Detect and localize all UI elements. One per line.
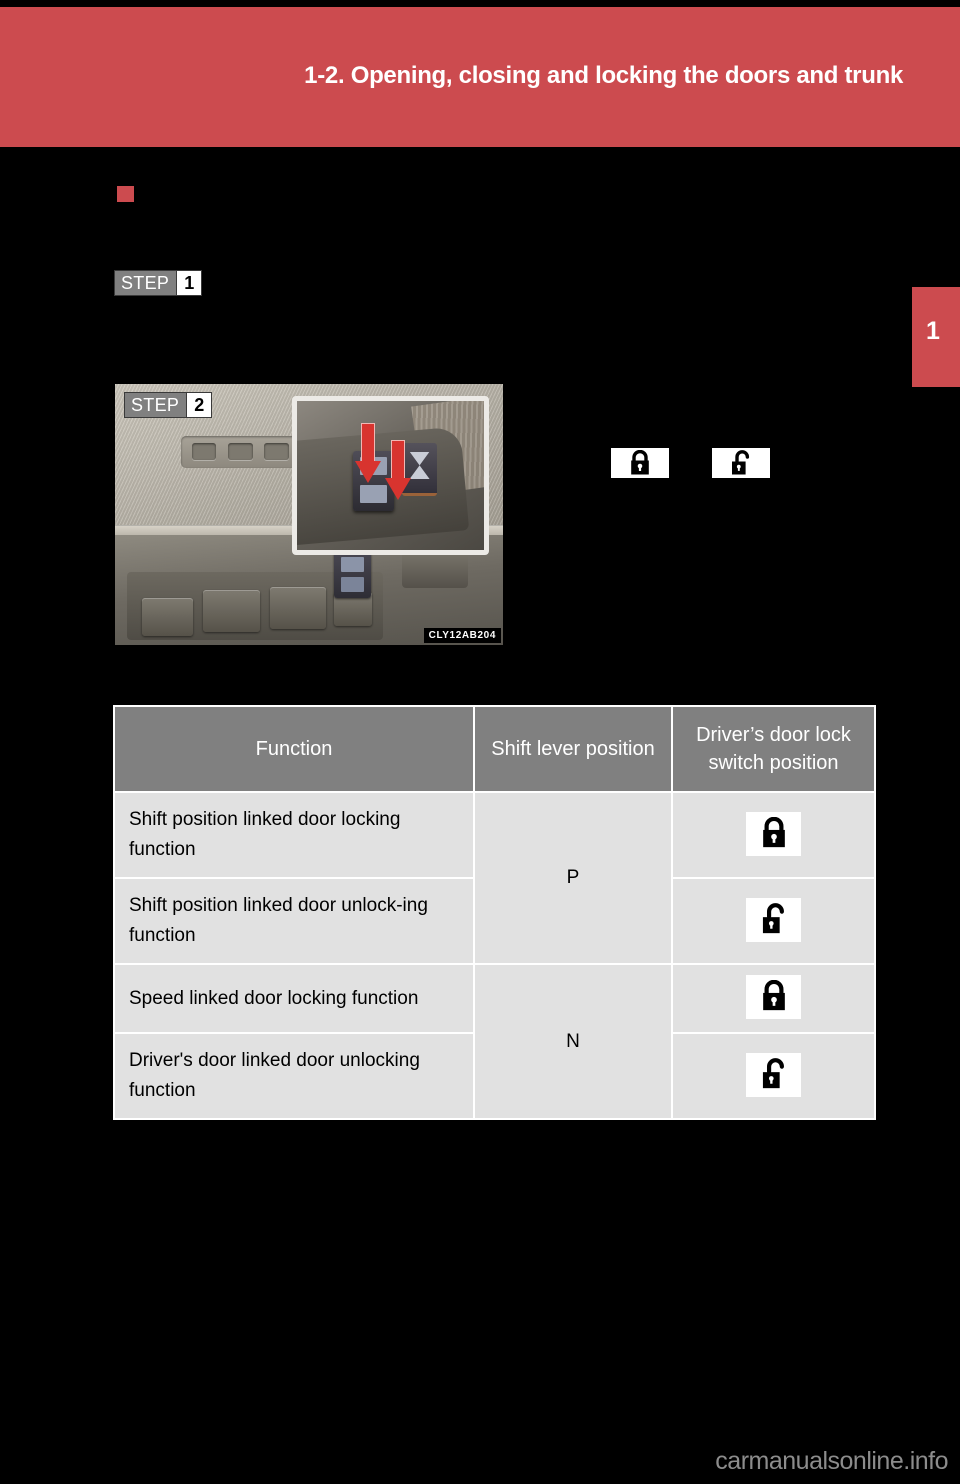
table-header-row: Function Shift lever position Driver’s d… [113,705,876,793]
mirror-glyph-icon [409,451,430,479]
red-arrow-unlock-icon [384,439,411,502]
speaker-slot [191,443,217,461]
cell-switch-position [671,791,876,879]
step-number: 1 [176,271,202,295]
section-bullet-marker [117,186,134,202]
window-switch [141,597,194,636]
cell-shift-position: N [473,963,673,1120]
step-label: STEP [121,273,170,293]
arrow-head [384,477,411,500]
table-row: Speed linked door locking function N [113,963,876,1120]
cell-switch-position [671,877,876,965]
step-label: STEP [131,395,180,415]
inline-lock-locked-chip [611,448,669,478]
cell-function: Shift position linked door locking funct… [113,791,475,879]
column-header-shift-lever-position: Shift lever position [473,705,673,793]
cell-switch-position [671,1032,876,1120]
lock-unlocked-icon [732,450,750,475]
arrow-shaft [390,439,405,480]
inset-detail-panel [291,395,490,555]
cell-function: Shift position linked door unlock-ing fu… [113,877,475,965]
page-title: 1-2. Opening, closing and locking the do… [304,62,903,89]
cell-function: Driver's door linked door unlocking func… [113,1032,475,1120]
lock-chip [746,897,801,942]
cell-function: Speed linked door locking function [113,963,475,1034]
lock-locked-icon [762,816,785,847]
step-badge-1: STEP 1 [114,270,203,296]
column-header-function: Function [113,705,475,793]
table-row: Shift position linked door locking funct… [113,791,876,965]
speaker-slot [228,443,253,461]
lock-unlocked-icon [762,902,784,933]
arrow-shaft [360,423,375,464]
door-lock-switch-unlock-side [340,576,364,593]
step-number: 2 [186,393,212,417]
inset-unlock-button [359,484,387,503]
red-arrow-lock-icon [354,423,381,485]
lock-chip [746,975,801,1019]
inline-lock-unlocked-chip [712,448,770,478]
function-shift-lock-table: Function Shift lever position Driver’s d… [113,705,876,1120]
speaker-slot [264,443,290,461]
door-lock-switch-lock-side [340,556,364,573]
window-switch [203,589,260,632]
chapter-tab: 1 [912,287,960,387]
site-watermark: carmanualsonline.info [715,1447,948,1475]
column-header-driver-door-lock-switch-position: Driver’s door lock switch position [671,705,876,793]
window-switch [270,586,327,629]
photo-caption: CLY12AB204 [423,628,501,643]
chapter-tab-number: 1 [926,317,940,345]
step-badge-2: STEP 2 [124,392,213,418]
lock-locked-icon [762,979,785,1011]
cell-shift-position: P [473,791,673,965]
lock-chip [746,1052,801,1097]
arrow-head [354,461,381,484]
lock-chip [746,811,801,856]
page-header-banner: 1-2. Opening, closing and locking the do… [0,7,960,147]
door-lock-switch [334,551,372,598]
cell-switch-position [671,963,876,1034]
door-panel-photo: STEP 2 CLY12AB204 [114,383,504,646]
lock-unlocked-icon [762,1057,784,1088]
lock-locked-icon [631,450,649,475]
